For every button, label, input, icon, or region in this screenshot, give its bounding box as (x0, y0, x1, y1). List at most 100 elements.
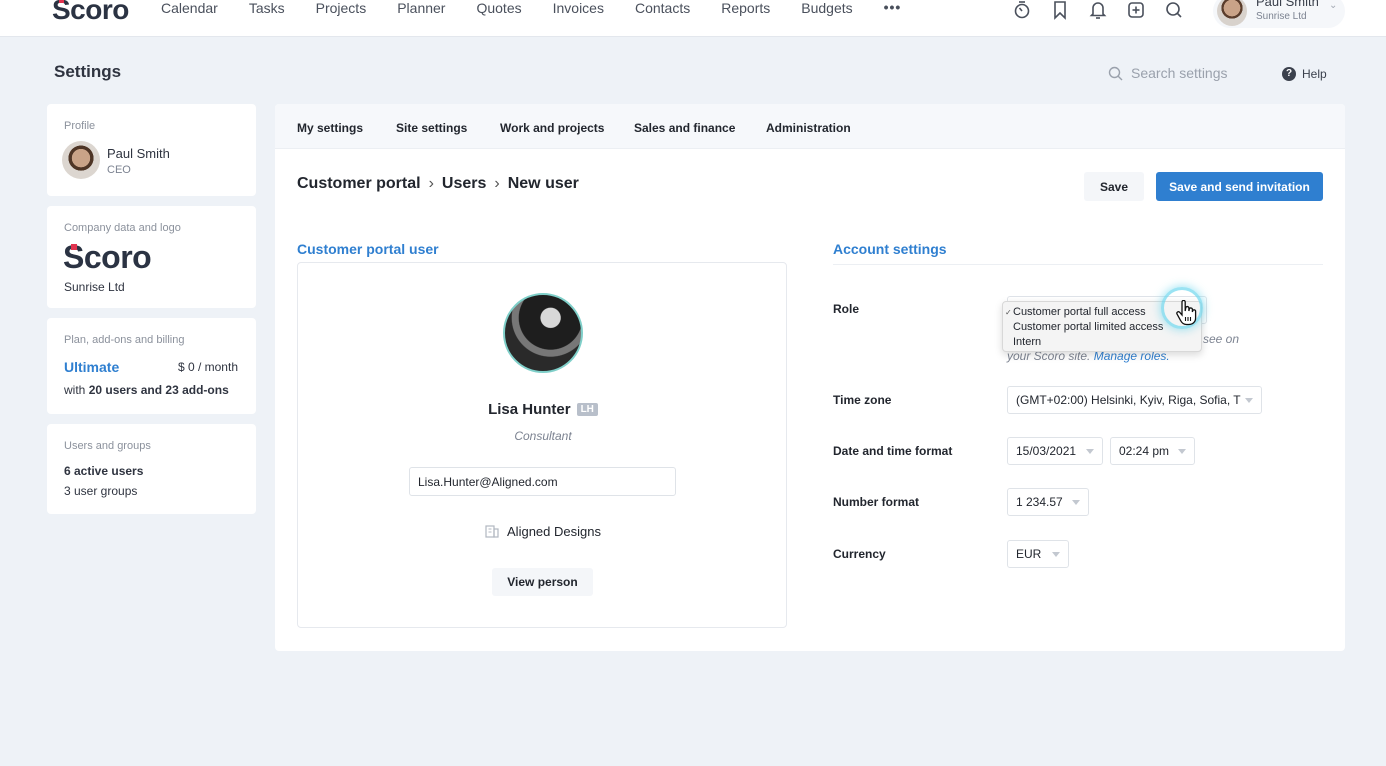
plan-description: with 20 users and 23 add-ons (64, 383, 229, 397)
search-icon[interactable] (1164, 0, 1184, 20)
settings-tabs: My settings Site settings Work and proje… (275, 104, 1345, 149)
nav-planner[interactable]: Planner (397, 0, 445, 17)
tab-my-settings[interactable]: My settings (297, 121, 363, 135)
time-format-value: 02:24 pm (1119, 444, 1170, 458)
profile-avatar (62, 141, 100, 179)
plan-name: Ultimate (64, 359, 120, 375)
nav-tasks[interactable]: Tasks (249, 0, 285, 17)
company-card[interactable]: Company data and logo Scoro Sunrise Ltd (47, 206, 256, 308)
email-field[interactable] (409, 467, 676, 496)
logo-mark (59, 0, 64, 3)
search-placeholder: Search settings (1131, 65, 1228, 81)
nav-icons (1012, 0, 1202, 20)
nav-projects[interactable]: Projects (316, 0, 367, 17)
user-menu[interactable]: Paul Smith Sunrise Ltd ⌄ (1213, 0, 1345, 28)
add-icon[interactable] (1126, 0, 1146, 20)
tab-administration[interactable]: Administration (766, 121, 851, 135)
time-zone-value: (GMT+02:00) Helsinki, Kyiv, Riga, Sofia,… (1016, 393, 1241, 407)
plan-card[interactable]: Plan, add-ons and billing Ultimate $ 0 /… (47, 318, 256, 414)
company-name: Sunrise Ltd (64, 280, 125, 294)
scoro-logo[interactable]: Scoro (52, 0, 129, 26)
role-option-label: Customer portal full access (1013, 306, 1146, 318)
user-avatar (503, 293, 583, 373)
user-name: Paul Smith (1256, 0, 1319, 9)
users-label: Users and groups (64, 440, 151, 452)
time-zone-select[interactable]: (GMT+02:00) Helsinki, Kyiv, Riga, Sofia,… (1007, 386, 1262, 414)
check-icon: ✓ (1005, 308, 1012, 317)
user-name: Lisa Hunter LH (298, 401, 788, 418)
user-company[interactable]: Aligned Designs (298, 524, 788, 539)
date-time-format-label: Date and time format (833, 444, 953, 458)
logo-mark (71, 244, 77, 250)
role-option-label: Intern (1013, 336, 1042, 348)
date-format-select[interactable]: 15/03/2021 (1007, 437, 1103, 465)
breadcrumb-users[interactable]: Users (442, 175, 486, 193)
plan-desc-prefix: with (64, 383, 89, 397)
user-company: Sunrise Ltd (1256, 11, 1307, 22)
active-users: 6 active users (64, 464, 144, 478)
caret-down-icon (1178, 449, 1186, 454)
caret-down-icon (1245, 398, 1253, 403)
number-format-select[interactable]: 1 234.57 (1007, 488, 1089, 516)
profile-name: Paul Smith (107, 146, 170, 161)
profile-label: Profile (64, 120, 96, 132)
help-link[interactable]: ? Help (1282, 67, 1327, 81)
stopwatch-icon[interactable] (1012, 0, 1032, 20)
breadcrumb-customer-portal[interactable]: Customer portal (297, 175, 421, 193)
divider (833, 264, 1323, 265)
company-label: Company data and logo (64, 222, 181, 234)
caret-down-icon (1052, 552, 1060, 557)
save-button[interactable]: Save (1084, 172, 1144, 201)
nav-quotes[interactable]: Quotes (476, 0, 521, 17)
bookmark-icon[interactable] (1050, 0, 1070, 20)
building-icon (485, 525, 499, 538)
currency-value: EUR (1016, 547, 1042, 561)
tab-work-and-projects[interactable]: Work and projects (500, 121, 604, 135)
plan-label: Plan, add-ons and billing (64, 334, 185, 346)
nav-contacts[interactable]: Contacts (635, 0, 690, 17)
users-card[interactable]: Users and groups 6 active users 3 user g… (47, 424, 256, 514)
nav-reports[interactable]: Reports (721, 0, 770, 17)
time-zone-label: Time zone (833, 393, 892, 407)
plan-price: $ 0 / month (177, 360, 238, 374)
search-icon (1108, 66, 1123, 80)
caret-down-icon (1072, 500, 1080, 505)
caret-down-icon (1086, 449, 1094, 454)
user-groups: 3 user groups (64, 484, 138, 498)
breadcrumb: Customer portal › Users › New user (297, 175, 579, 193)
user-role: Consultant (514, 429, 572, 443)
user-avatar (1217, 0, 1247, 26)
number-format-label: Number format (833, 495, 920, 509)
nav-invoices[interactable]: Invoices (553, 0, 604, 17)
user-name-text: Lisa Hunter (488, 401, 571, 418)
nav-budgets[interactable]: Budgets (801, 0, 852, 17)
time-format-select[interactable]: 02:24 pm (1110, 437, 1195, 465)
company-name: Aligned Designs (507, 524, 601, 539)
role-option-intern[interactable]: Intern (1003, 335, 1201, 350)
customer-portal-user-title: Customer portal user (297, 241, 439, 257)
hand-cursor-icon (1176, 300, 1197, 326)
breadcrumb-separator: › (428, 175, 434, 192)
search-settings[interactable]: Search settings (1108, 65, 1228, 81)
save-and-send-invitation-button[interactable]: Save and send invitation (1156, 172, 1323, 201)
nav-calendar[interactable]: Calendar (161, 0, 218, 17)
profile-role: CEO (107, 164, 131, 176)
initials-badge: LH (576, 403, 598, 416)
company-logo: Scoro (63, 239, 152, 276)
account-settings-title: Account settings (833, 241, 947, 257)
role-option-label: Customer portal limited access (1013, 321, 1164, 333)
more-menu-icon[interactable]: ••• (884, 0, 902, 17)
currency-label: Currency (833, 547, 886, 561)
currency-select[interactable]: EUR (1007, 540, 1069, 568)
page-title: Settings (54, 62, 122, 81)
date-format-value: 15/03/2021 (1016, 444, 1077, 458)
logo-text: Scoro (52, 0, 129, 25)
chevron-down-icon: ⌄ (1329, 0, 1338, 11)
bell-icon[interactable] (1088, 0, 1108, 20)
tab-sales-and-finance[interactable]: Sales and finance (634, 121, 735, 135)
main-panel: My settings Site settings Work and proje… (275, 104, 1345, 651)
tab-site-settings[interactable]: Site settings (396, 121, 467, 135)
number-format-value: 1 234.57 (1016, 495, 1063, 509)
view-person-button[interactable]: View person (492, 568, 593, 596)
profile-card[interactable]: Profile Paul Smith CEO (47, 104, 256, 196)
